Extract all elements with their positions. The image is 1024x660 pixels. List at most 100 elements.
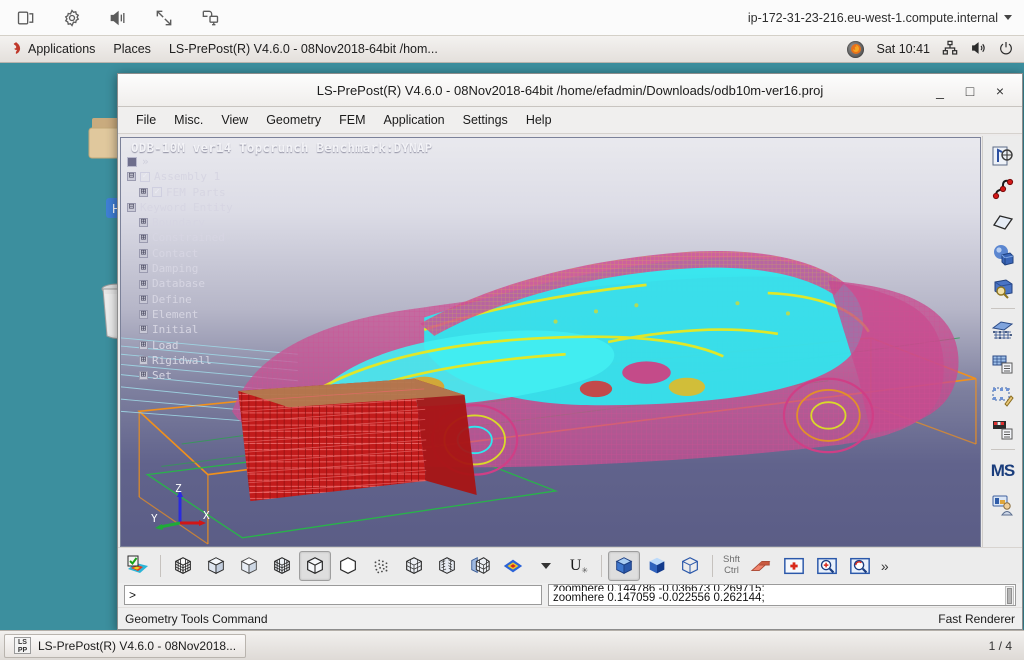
minimize-button[interactable]: _ [932,83,948,99]
view-dropdown-caret[interactable] [530,551,562,581]
places-menu[interactable]: Places [104,36,160,63]
tree-item-load[interactable]: Load [127,338,317,353]
tree-checkbox[interactable]: ✓ [140,172,150,182]
tree-expand-icon[interactable] [139,280,148,289]
tree-item-element[interactable]: Element [127,307,317,322]
tree-expand-icon[interactable] [139,310,148,319]
tree-item-constrained[interactable]: Constrained [127,230,317,245]
tree-expand-icon[interactable] [139,218,148,227]
tree-expand-icon[interactable] [139,264,148,273]
tree-expand-icon[interactable] [139,249,148,258]
node-dots-icon[interactable] [365,551,397,581]
tree-expand-icon[interactable] [139,188,148,197]
surface-patch-icon[interactable] [986,206,1020,237]
tree-item-keyword-entity[interactable]: Keyword Entity [127,200,317,215]
tree-collapse-icon[interactable] [127,172,136,181]
panel-window-title[interactable]: LS-PrePost(R) V4.6.0 - 08Nov2018-64bit /… [160,36,447,63]
tree-expand-icon[interactable] [139,325,148,334]
command-log-scrollbar[interactable] [1005,586,1014,606]
tree-item-contact[interactable]: Contact [127,246,317,261]
window-titlebar[interactable]: LS-PrePost(R) V4.6.0 - 08Nov2018-64bit /… [118,74,1022,107]
settings-gear-icon[interactable] [62,8,82,28]
tree-checkbox[interactable]: ✓ [152,187,162,197]
tree-item-database[interactable]: Database [127,276,317,291]
menu-fem[interactable]: FEM [330,110,374,130]
shaded-view-cube-icon[interactable] [608,551,640,581]
tree-expand-chevron-icon[interactable]: » [142,154,149,169]
tree-item-boundary[interactable]: Boundary [127,215,317,230]
scrollbar-thumb[interactable] [1007,588,1012,604]
command-log[interactable]: zoomhere 0.144786 -0.036673 0.269715; zo… [548,584,1016,606]
menu-file[interactable]: File [127,110,165,130]
menu-misc[interactable]: Misc. [165,110,212,130]
maximize-button[interactable]: □ [962,83,978,99]
hidden-line-cube-icon[interactable] [266,551,298,581]
tree-expand-icon[interactable] [139,234,148,243]
applications-menu[interactable]: Applications [0,36,104,63]
fullscreen-icon[interactable] [154,8,174,28]
solid-inspect-icon[interactable] [986,272,1020,303]
fringe-check-icon[interactable] [122,551,154,581]
toolbar-overflow-button[interactable]: » [877,558,887,574]
remote-desktop-icon[interactable] [200,8,220,28]
node-edit-icon[interactable] [986,380,1020,411]
mesh-cube-icon[interactable] [398,551,430,581]
wireframe-cube-icon[interactable] [167,551,199,581]
menu-view[interactable]: View [212,110,257,130]
menu-help[interactable]: Help [517,110,561,130]
panel-clock[interactable]: Sat 10:41 [876,42,930,56]
taskbar-item-lsprepost[interactable]: LS PP LS-PrePost(R) V4.6.0 - 08Nov2018..… [4,634,246,658]
feature-line-cube-icon[interactable] [299,551,331,581]
tree-item-fem-parts[interactable]: ✓FEM Parts [127,185,317,200]
volume-icon[interactable] [970,40,986,59]
close-button[interactable]: × [992,83,1008,99]
element-tools-icon[interactable] [986,413,1020,444]
shrink-element-icon[interactable] [431,551,463,581]
menu-settings[interactable]: Settings [454,110,517,130]
zoom-in-icon[interactable] [811,551,843,581]
tree-collapse-icon[interactable] [127,203,136,212]
volume-icon[interactable] [108,8,128,28]
firefox-icon[interactable] [847,41,864,58]
mesh-table-icon[interactable] [986,347,1020,378]
smooth-shade-cube-icon[interactable] [233,551,265,581]
tree-item-label: Rigidwall [152,353,212,368]
shaded-cube-icon[interactable] [200,551,232,581]
tree-item-damping[interactable]: Damping [127,261,317,276]
menu-application[interactable]: Application [374,110,453,130]
workspace-indicator[interactable]: 1 / 4 [989,639,1024,653]
geometry-point-icon[interactable] [986,140,1020,171]
command-input[interactable] [124,585,542,605]
user-monitor-icon[interactable] [986,488,1020,519]
tree-root-row[interactable]: » [127,154,317,169]
tree-item-define[interactable]: Define [127,292,317,307]
eraser-icon[interactable] [745,551,777,581]
tree-item-assembly-1[interactable]: ✓Assembly 1 [127,169,317,184]
ms-label-icon[interactable]: MS [986,455,1020,486]
zoom-center-icon[interactable] [778,551,810,581]
undo-button[interactable]: U ✳ [563,551,595,581]
curve-spline-icon[interactable] [986,173,1020,204]
section-cube-icon[interactable] [464,551,496,581]
wire-view-cube-icon[interactable] [674,551,706,581]
tree-item-rigidwall[interactable]: Rigidwall [127,353,317,368]
network-icon[interactable] [942,40,958,59]
tree-item-set[interactable]: Set [127,368,317,383]
tree-expand-icon[interactable] [139,356,148,365]
hostname-menu[interactable]: ip-172-31-23-216.eu-west-1.compute.inter… [748,11,1024,25]
fringe-plot-icon[interactable] [497,551,529,581]
power-icon[interactable] [998,40,1014,59]
solid-sphere-icon[interactable] [986,239,1020,270]
edge-only-cube-icon[interactable] [332,551,364,581]
3d-viewport[interactable]: ODB-10M ver14 Topcrunch Benchmark:DYNAP [120,137,981,547]
zoom-area-icon[interactable] [844,551,876,581]
menu-geometry[interactable]: Geometry [257,110,330,130]
tree-expand-icon[interactable] [139,371,148,380]
tree-expand-icon[interactable] [139,295,148,304]
mesh-shell-icon[interactable] [986,314,1020,345]
solid-view-cube-icon[interactable] [641,551,673,581]
screen-share-icon[interactable] [16,8,36,28]
tree-item-initial[interactable]: Initial [127,322,317,337]
axis-y-label: Y [151,512,158,525]
tree-expand-icon[interactable] [139,341,148,350]
